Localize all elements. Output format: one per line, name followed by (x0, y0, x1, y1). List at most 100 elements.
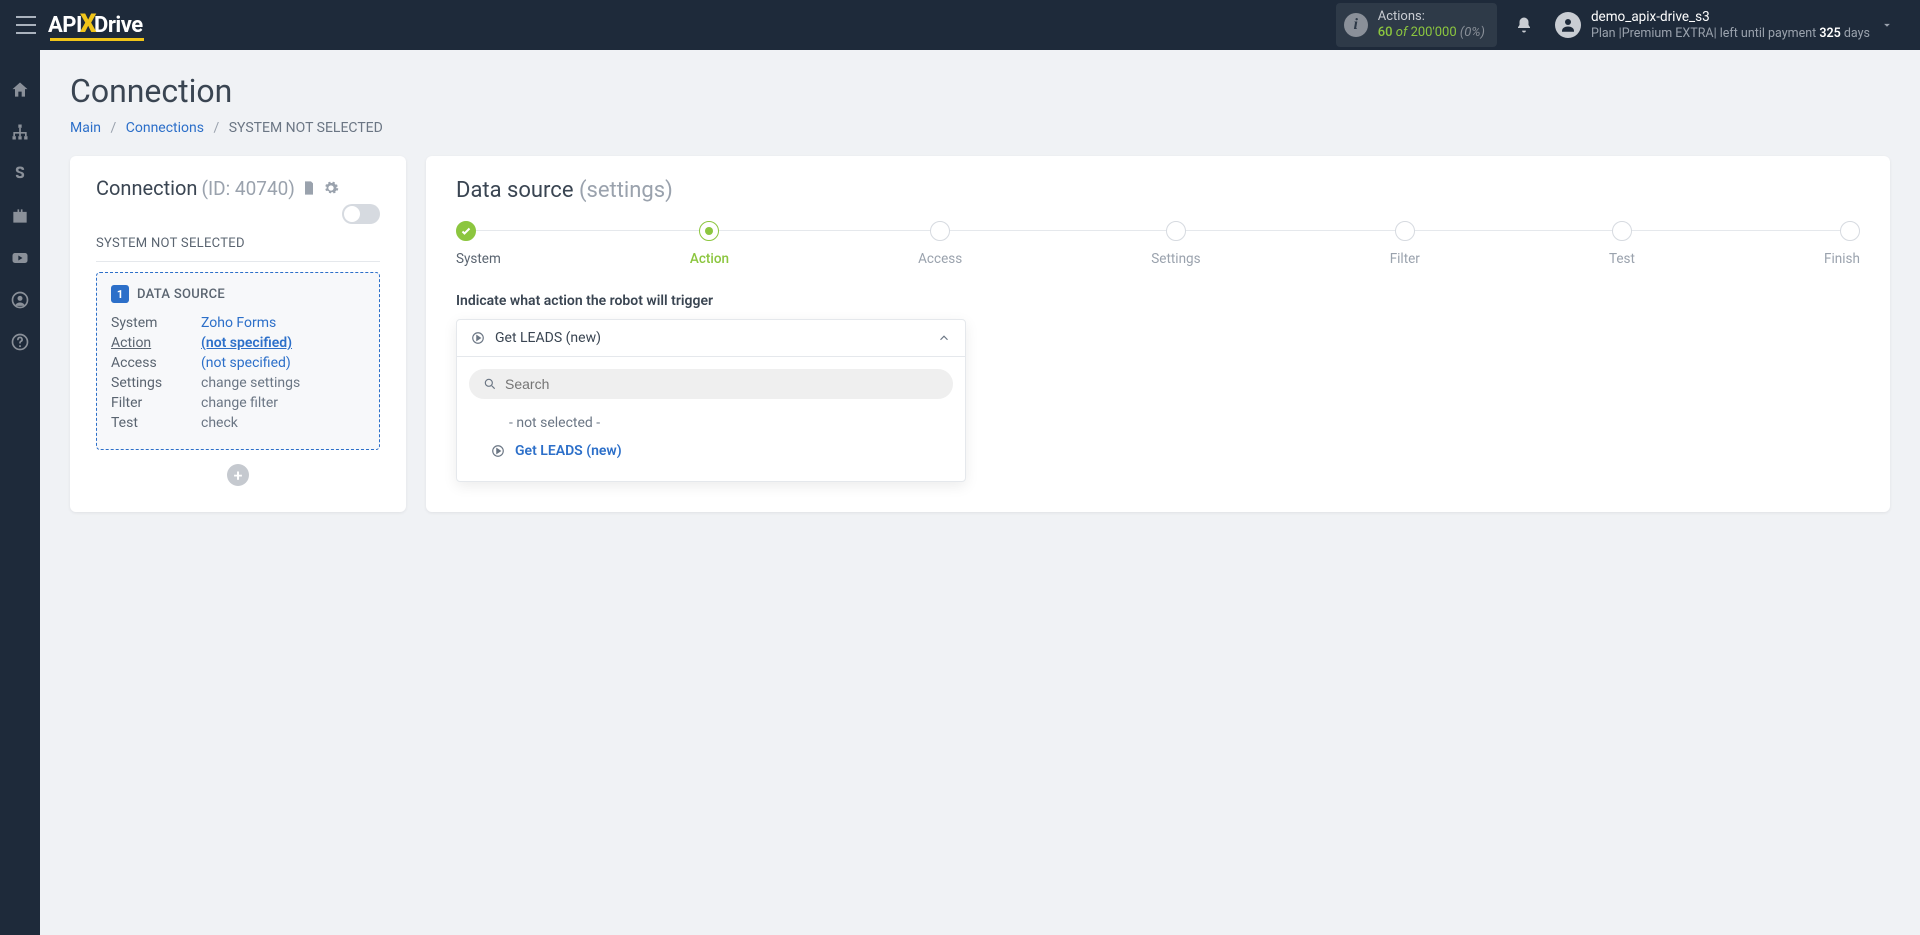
step-finish[interactable]: Finish (1824, 221, 1860, 267)
play-icon (471, 331, 485, 345)
data-source-box[interactable]: 1 DATA SOURCE SystemZoho Forms Action (no… (96, 272, 380, 450)
ds-row-filter: Filter change filter (111, 393, 365, 413)
data-source-title: DATA SOURCE (137, 287, 225, 302)
connections-icon[interactable] (10, 122, 30, 142)
ds-key: Test (111, 415, 181, 431)
ds-val-filter[interactable]: change filter (201, 395, 278, 411)
connection-card: Connection (ID: 40740) SYSTEM NOT SELECT… (70, 156, 406, 512)
ds-row-test: Test check (111, 413, 365, 433)
plan-days: 325 (1819, 26, 1840, 41)
username: demo_apix-drive_s3 (1591, 9, 1870, 26)
connection-toggle[interactable] (342, 204, 380, 224)
step-label: Test (1609, 251, 1635, 267)
stepper: System Action Access Settings Filter (456, 221, 1860, 267)
data-source-head: 1 DATA SOURCE (111, 285, 365, 303)
connection-title: Connection (96, 176, 197, 200)
data-source-table: SystemZoho Forms Action (not specified) A… (111, 313, 365, 433)
ds-key: Filter (111, 395, 181, 411)
ds-val-system[interactable]: Zoho Forms (201, 315, 276, 331)
user-menu[interactable]: demo_apix-drive_s3 Plan |Premium EXTRA| … (1555, 9, 1904, 42)
play-icon (491, 444, 505, 458)
step-label: Access (918, 251, 962, 267)
ds-row-action: Action (not specified) (111, 333, 365, 353)
search-box[interactable] (469, 369, 953, 399)
document-icon[interactable] (301, 180, 317, 196)
ds-row-system: SystemZoho Forms (111, 313, 365, 333)
field-label: Indicate what action the robot will trig… (456, 293, 1860, 309)
actions-text: Actions: 60 of 200'000 (0%) (1378, 9, 1485, 42)
logo-part2: X (80, 9, 96, 39)
breadcrumb: Main / Connections / SYSTEM NOT SELECTED (70, 120, 1890, 136)
step-access[interactable]: Access (918, 221, 962, 267)
user-text: demo_apix-drive_s3 Plan |Premium EXTRA| … (1591, 9, 1870, 42)
top-header: API X Drive i Actions: 60 of 200'000 (0%… (0, 0, 1920, 50)
step-label: Action (690, 251, 729, 267)
step-label: Settings (1151, 251, 1200, 267)
actions-label: Actions: (1378, 9, 1485, 25)
step-filter[interactable]: Filter (1390, 221, 1420, 267)
dropdown-panel: Get LEADS (new) - not selected - G (456, 319, 966, 482)
plan-suffix2: days (1841, 26, 1870, 41)
dropdown-options: - not selected - Get LEADS (new) (469, 399, 953, 469)
breadcrumb-sep: / (110, 120, 116, 136)
ds-row-access: Access (not specified) (111, 353, 365, 373)
breadcrumb-current: SYSTEM NOT SELECTED (229, 120, 383, 136)
search-input[interactable] (505, 376, 939, 392)
dropdown-selected[interactable]: Get LEADS (new) (457, 320, 965, 357)
option-not-selected[interactable]: - not selected - (473, 409, 949, 437)
ds-val-access[interactable]: (not specified) (201, 355, 291, 371)
plan-name: Premium EXTRA (1622, 26, 1714, 41)
chevron-down-icon (1880, 18, 1894, 32)
step-label: System (456, 251, 501, 267)
menu-icon[interactable] (16, 16, 36, 34)
breadcrumb-main[interactable]: Main (70, 120, 101, 136)
search-icon (483, 377, 497, 391)
avatar-icon (1555, 12, 1581, 38)
briefcase-icon[interactable] (10, 206, 30, 226)
data-source-badge: 1 (111, 285, 129, 303)
youtube-icon[interactable] (10, 248, 30, 268)
settings-card: Data source (settings) System Action Acc… (426, 156, 1890, 512)
help-icon[interactable] (10, 332, 30, 352)
connection-subtitle: SYSTEM NOT SELECTED (96, 236, 380, 262)
left-sidebar (0, 50, 40, 935)
right-title-main: Data source (456, 178, 574, 203)
ds-val-test[interactable]: check (201, 415, 238, 431)
bell-icon[interactable] (1515, 16, 1533, 34)
actions-counter[interactable]: i Actions: 60 of 200'000 (0%) (1336, 3, 1497, 48)
plan-suffix1: | left until payment (1714, 26, 1820, 41)
ds-row-settings: Settings change settings (111, 373, 365, 393)
step-action[interactable]: Action (690, 221, 729, 267)
option-get-leads[interactable]: Get LEADS (new) (473, 437, 949, 465)
ds-key: Action (111, 335, 181, 351)
page-title: Connection (70, 72, 1890, 110)
logo-part1: API (48, 13, 82, 38)
plan-prefix: Plan | (1591, 26, 1622, 41)
step-label: Filter (1390, 251, 1420, 267)
dropdown-body: - not selected - Get LEADS (new) (457, 357, 965, 481)
actions-current: 60 (1378, 25, 1393, 40)
step-label: Finish (1824, 251, 1860, 267)
gear-icon[interactable] (323, 180, 339, 196)
info-icon: i (1344, 13, 1368, 37)
step-system[interactable]: System (456, 221, 501, 267)
right-title-sub: (settings) (579, 178, 673, 203)
action-dropdown: Get LEADS (new) - not selected - G (456, 319, 966, 482)
ds-val-action[interactable]: (not specified) (201, 335, 292, 351)
step-test[interactable]: Test (1609, 221, 1635, 267)
actions-total: 200'000 (1411, 25, 1457, 40)
actions-of: of (1396, 25, 1408, 40)
main-content: Connection Main / Connections / SYSTEM N… (40, 50, 1920, 935)
ds-key: Settings (111, 375, 181, 391)
ds-key: Access (111, 355, 181, 371)
step-settings[interactable]: Settings (1151, 221, 1200, 267)
right-title: Data source (settings) (456, 178, 1860, 203)
ds-val-settings[interactable]: change settings (201, 375, 300, 391)
breadcrumb-sep: / (213, 120, 219, 136)
account-icon[interactable] (10, 290, 30, 310)
home-icon[interactable] (10, 80, 30, 100)
billing-icon[interactable] (10, 164, 30, 184)
add-button[interactable]: + (227, 464, 249, 486)
logo[interactable]: API X Drive (48, 10, 143, 40)
breadcrumb-connections[interactable]: Connections (126, 120, 204, 136)
